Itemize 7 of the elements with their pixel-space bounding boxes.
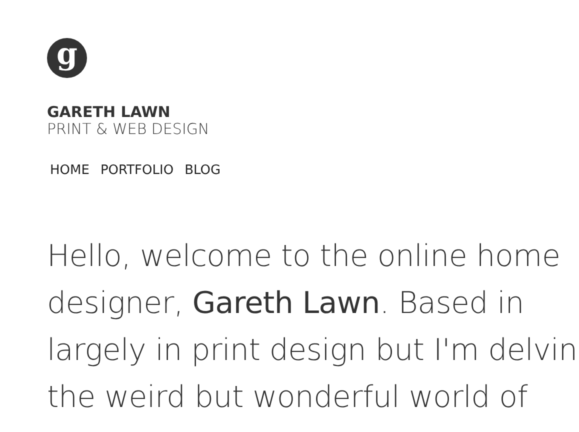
intro-paragraph: Hello, welcome to the online home designer, Gareth Lawn. Based in largely in print design but I'm delvin the weird but wonderful world of <box>47 238 578 416</box>
logo-icon[interactable]: g <box>47 38 87 78</box>
nav-link[interactable]: HOME <box>50 161 90 180</box>
site-title: GARETH LAWN <box>47 104 172 121</box>
nav-link[interactable]: BLOG <box>184 161 221 180</box>
nav-link[interactable]: PORTFOLIO <box>100 161 174 180</box>
site-tagline: PRINT & WEB DESIGN <box>47 121 210 138</box>
